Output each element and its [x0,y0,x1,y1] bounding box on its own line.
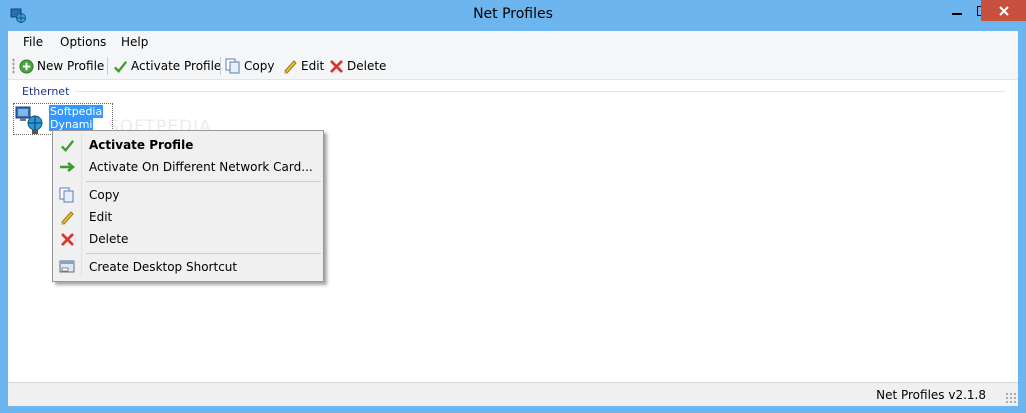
group-divider [75,91,1005,92]
pencil-icon [284,60,297,74]
toolbar-separator [220,57,221,75]
app-window: Net Profiles File Options Help New Profi… [0,0,1026,413]
group-header-ethernet: Ethernet [22,85,70,98]
edit-button[interactable]: Edit [282,56,324,76]
delete-button[interactable]: Delete [329,56,386,76]
ctx-separator [86,181,321,182]
delete-label: Delete [347,59,387,73]
ctx-copy[interactable]: Copy [53,184,323,206]
checkmark-icon [59,137,75,153]
context-menu: Activate Profile Activate On Different N… [52,130,324,282]
activate-profile-label: Activate Profile [131,59,222,73]
copy-button[interactable]: Copy [225,56,274,76]
close-icon [998,5,1009,16]
menu-options[interactable]: Options [60,35,106,49]
toolbar: New Profile Activate Profile Copy Edit D… [8,53,1018,80]
ctx-copy-label: Copy [89,188,120,202]
shortcut-icon [59,259,75,275]
edit-label: Edit [301,59,325,73]
ctx-delete-label: Delete [89,232,129,246]
ctx-create-shortcut-label: Create Desktop Shortcut [89,260,238,274]
activate-profile-button[interactable]: Activate Profile [113,56,221,76]
new-profile-button[interactable]: New Profile [19,56,104,76]
resize-grip[interactable] [1005,392,1016,403]
new-profile-label: New Profile [37,59,105,73]
arrow-right-icon [59,159,75,175]
toolbar-separator [107,57,108,75]
add-icon [19,58,34,74]
version-label: Net Profiles v2.1.8 [876,388,986,402]
checkmark-icon [114,60,128,73]
client-area: File Options Help New Profile Activate P… [8,31,1018,406]
ctx-activate-profile-label: Activate Profile [89,138,194,152]
copy-icon [59,187,75,203]
close-button[interactable] [981,0,1026,21]
pencil-icon [59,209,75,225]
ctx-activate-different-label: Activate On Different Network Card... [89,160,313,174]
status-bar: Net Profiles v2.1.8 [8,382,1018,406]
menu-help[interactable]: Help [121,35,148,49]
network-profile-icon[interactable] [14,104,46,136]
menu-file[interactable]: File [23,35,43,49]
ctx-activate-different-card[interactable]: Activate On Different Network Card... [53,156,323,178]
ctx-edit[interactable]: Edit [53,206,323,228]
toolbar-grip[interactable] [12,58,15,74]
delete-x-icon [330,59,343,73]
ctx-delete[interactable]: Delete [53,228,323,250]
ctx-create-shortcut[interactable]: Create Desktop Shortcut [53,256,323,278]
ctx-edit-label: Edit [89,210,113,224]
delete-x-icon [59,231,75,247]
minimize-button[interactable] [943,0,971,21]
copy-icon [225,58,240,74]
window-title: Net Profiles [473,6,553,22]
ctx-separator [86,253,321,254]
ctx-activate-profile[interactable]: Activate Profile [53,134,323,156]
menu-bar: File Options Help [8,31,1018,53]
copy-label: Copy [244,59,275,73]
profile-name-line1[interactable]: Softpedia [49,105,104,118]
title-bar[interactable]: Net Profiles [0,0,1026,31]
